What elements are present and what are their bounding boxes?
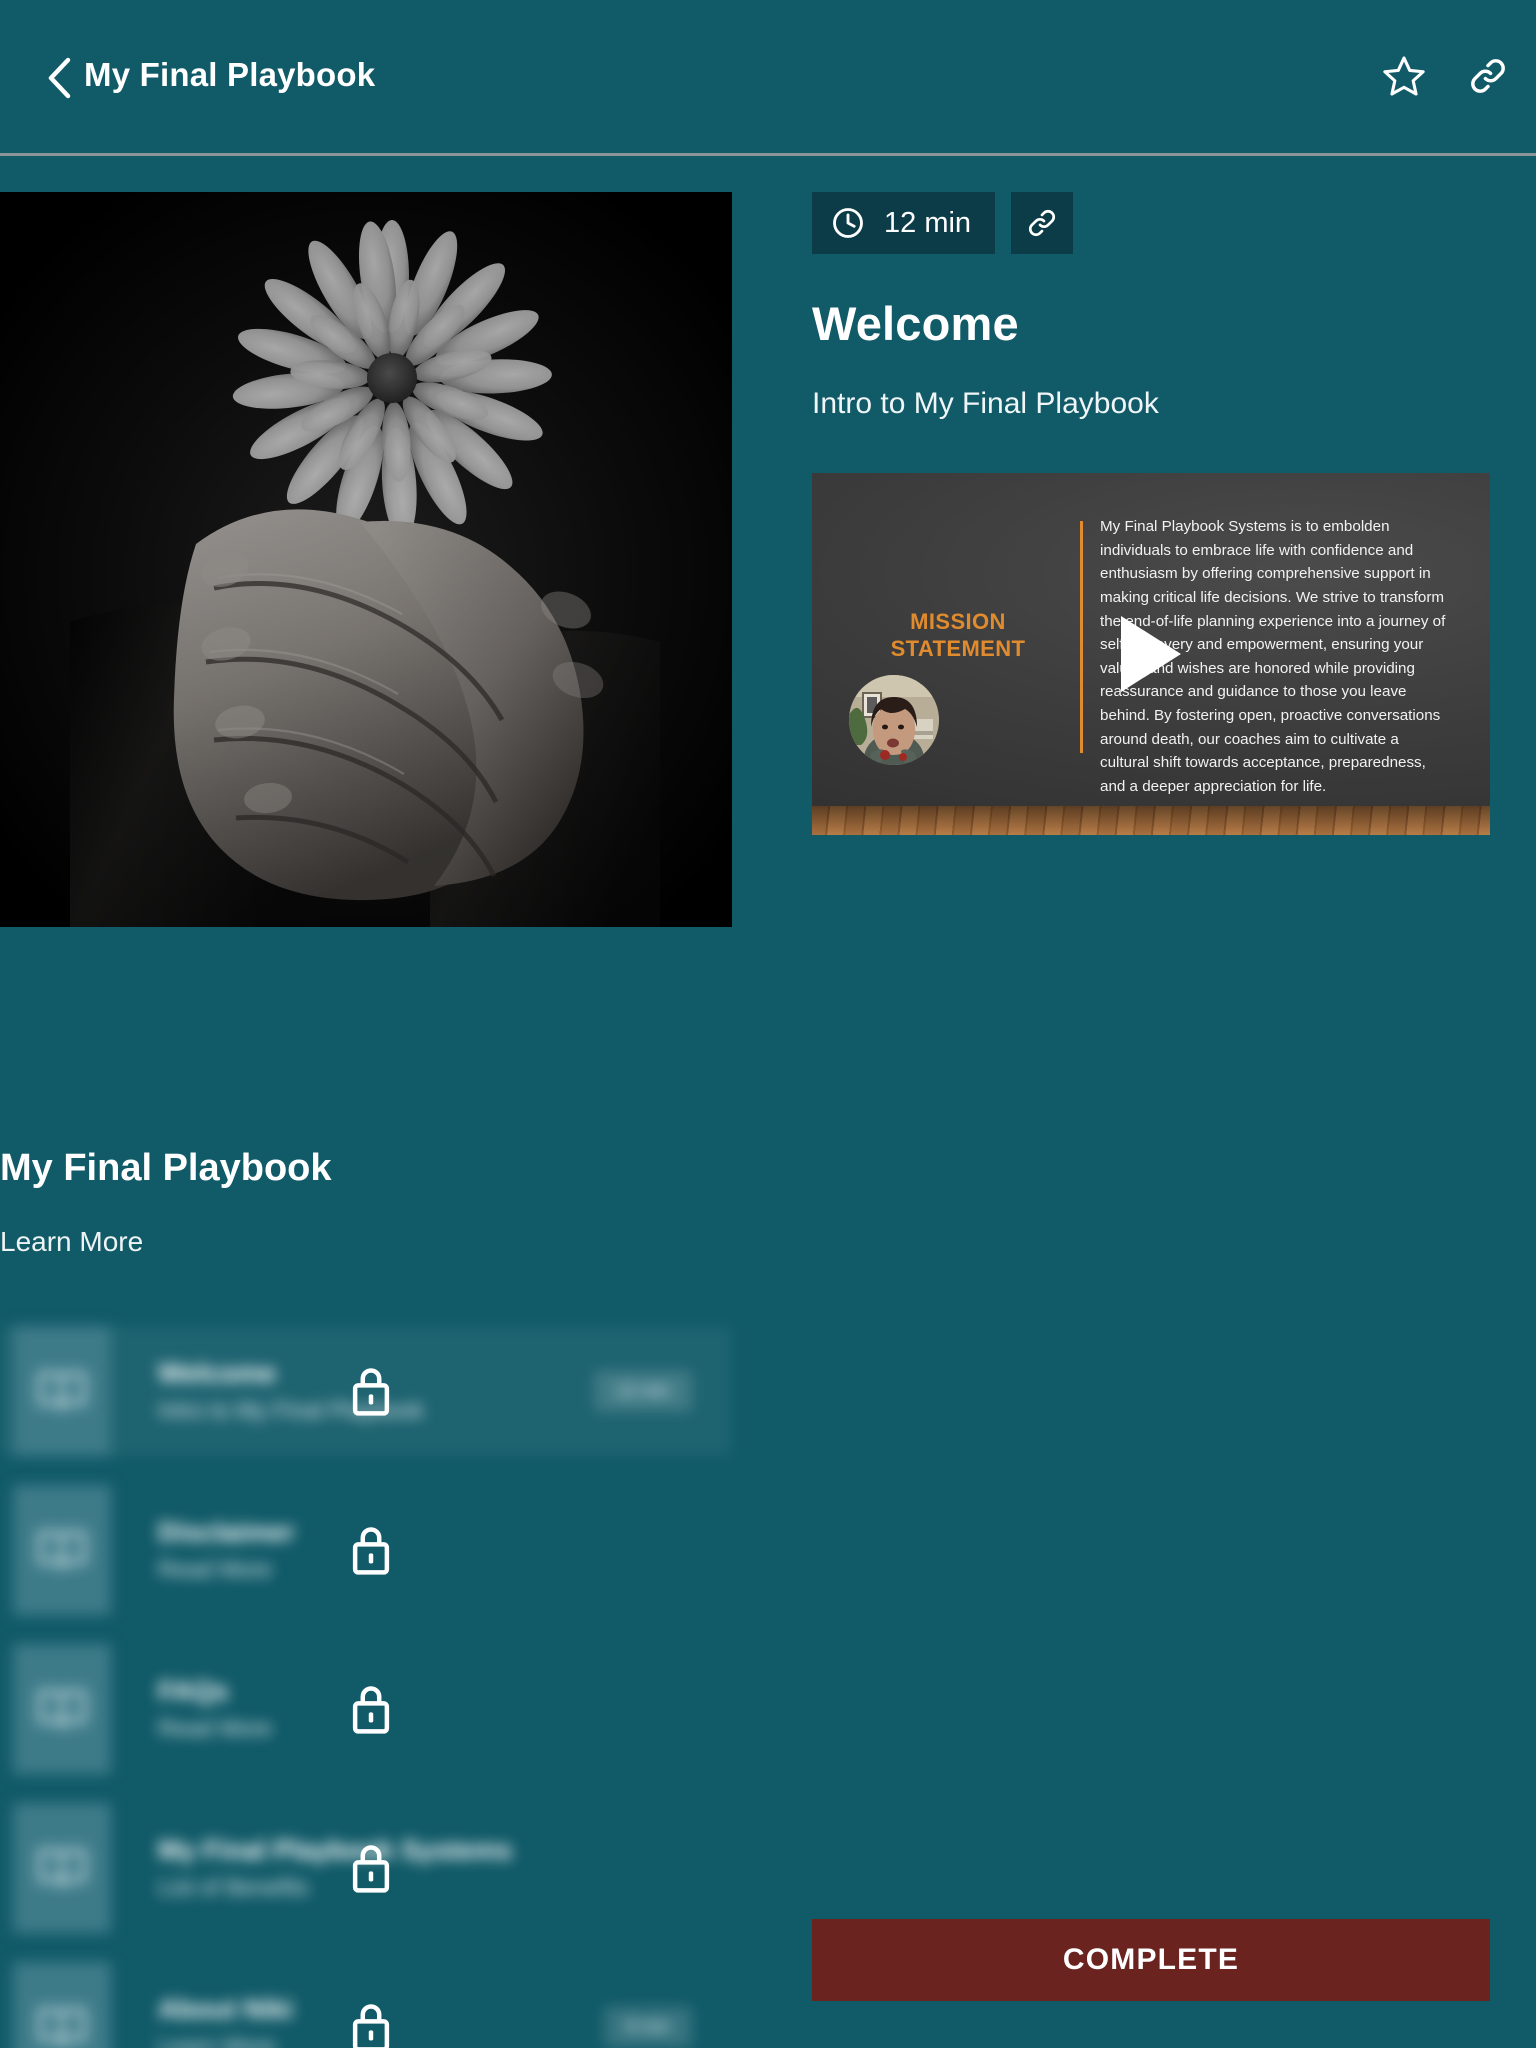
book-icon <box>38 1531 86 1569</box>
lesson-row[interactable]: Disclaimer Read More <box>0 1485 732 1615</box>
lesson-lock-badge <box>348 1363 394 1419</box>
video-slide-floor <box>812 806 1490 835</box>
lesson-row-title: Disclaimer <box>158 1517 295 1547</box>
header-actions <box>1376 48 1516 104</box>
lesson-row[interactable]: About Niki Learn More 8 min <box>0 1962 732 2048</box>
lesson-duration-chip: 12 min <box>593 1370 692 1412</box>
chevron-left-icon <box>48 57 71 99</box>
app-header: My Final Playbook <box>0 0 1536 155</box>
duration-text: 12 min <box>884 206 972 239</box>
lesson-thumbnail <box>13 1326 111 1456</box>
lock-icon <box>352 1527 390 1575</box>
book-icon <box>38 1690 86 1728</box>
book-icon <box>38 1849 86 1887</box>
lesson-row-texts: Disclaimer Read More <box>158 1517 295 1583</box>
lesson-row-subtitle: Read More <box>158 1556 272 1582</box>
lesson-thumbnail <box>13 1803 111 1933</box>
course-subtitle: Learn More <box>0 1226 144 1257</box>
hands-with-flower-photo <box>0 192 732 927</box>
lesson-row[interactable]: FAQs Read More <box>0 1644 732 1774</box>
lesson-duration-chip: 8 min <box>603 2006 692 2048</box>
lesson-title: Welcome <box>812 297 1019 350</box>
lesson-row-subtitle: Learn More <box>158 2033 276 2048</box>
video-slide-heading: MISSION STATEMENT <box>868 609 1048 663</box>
link-icon <box>1471 59 1505 93</box>
lesson-meta-row: 12 min <box>812 192 1492 254</box>
lesson-row-subtitle: List of Benefits <box>158 1874 309 1900</box>
duration-badge: 12 min <box>812 192 996 254</box>
mission-divider-rule <box>1080 521 1083 753</box>
lesson-row-texts: About Niki Learn More <box>158 1994 293 2048</box>
mission-heading-line1: MISSION <box>910 609 1006 634</box>
lock-icon <box>352 1368 390 1416</box>
lesson-row-subtitle: Read More <box>158 1715 272 1741</box>
play-icon[interactable] <box>1121 616 1181 692</box>
lesson-thumbnail <box>13 1644 111 1774</box>
lock-icon <box>352 1845 390 1893</box>
lesson-row-texts: My Final Playbook Systems List of Benefit… <box>158 1835 512 1901</box>
right-column: 12 min Welcome Intro to My Final Playboo… <box>812 192 1492 835</box>
link-icon <box>1029 209 1056 237</box>
lesson-lock-badge <box>348 1522 394 1578</box>
lesson-row-texts: FAQs Read More <box>158 1676 272 1742</box>
header-divider <box>0 153 1536 156</box>
book-icon <box>38 2008 86 2046</box>
clock-icon <box>833 208 863 238</box>
lesson-row[interactable]: My Final Playbook Systems List of Benefit… <box>0 1803 732 1933</box>
page-title: My Final Playbook <box>84 56 376 93</box>
presenter-webcam-avatar <box>849 675 939 765</box>
left-column: My Final Playbook Learn More Welcome Intr… <box>0 192 732 2048</box>
lesson-lock-badge <box>348 1681 394 1737</box>
lesson-thumbnail <box>13 1962 111 2048</box>
complete-button[interactable]: COMPLETE <box>812 1919 1490 2001</box>
favorite-button[interactable] <box>1376 48 1432 104</box>
back-button[interactable] <box>32 50 88 106</box>
mission-heading-line2: STATEMENT <box>890 635 1026 661</box>
complete-button-label: COMPLETE <box>1062 1943 1240 1976</box>
star-icon <box>1383 56 1425 96</box>
lesson-video-player[interactable]: MISSION STATEMENT My Final Playbook Syst… <box>812 473 1490 835</box>
lesson-lock-badge <box>348 1840 394 1896</box>
lesson-row-title: My Final Playbook Systems <box>158 1835 513 1865</box>
share-link-button[interactable] <box>1460 48 1516 104</box>
course-hero-image <box>0 192 732 927</box>
presenter-photo <box>849 675 939 765</box>
course-title: My Final Playbook <box>0 1147 332 1189</box>
lesson-row-title: FAQs <box>158 1676 229 1706</box>
lesson-subtitle: Intro to My Final Playbook <box>812 387 1159 420</box>
lesson-thumbnail <box>13 1485 111 1615</box>
lock-icon <box>352 1686 390 1734</box>
lesson-row-title: About Niki <box>158 1994 293 2024</box>
lesson-lock-badge <box>348 1999 394 2048</box>
lesson-row[interactable]: Welcome Intro to My Final Playbook 12 min <box>0 1326 732 1456</box>
lesson-list: Welcome Intro to My Final Playbook 12 min D… <box>0 1326 732 2048</box>
lesson-link-button[interactable] <box>1011 192 1074 254</box>
lesson-page: My Final Playbook My Final Playbook Lear… <box>0 0 1536 2048</box>
lock-icon <box>352 2004 390 2048</box>
book-icon <box>38 1372 86 1410</box>
